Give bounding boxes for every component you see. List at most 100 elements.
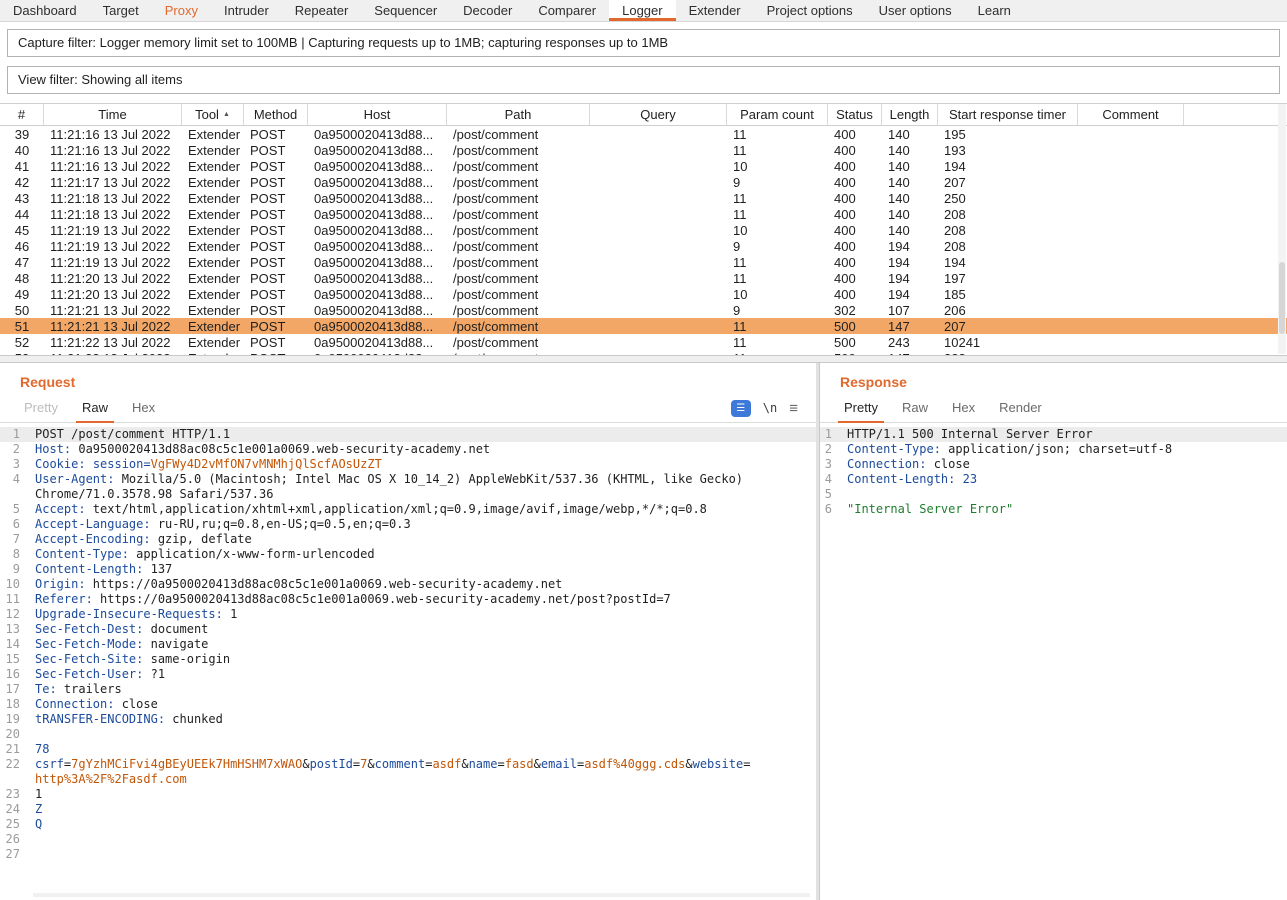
column-header-start-response-timer[interactable]: Start response timer [938, 104, 1078, 125]
log-row-39[interactable]: 3911:21:16 13 Jul 2022ExtenderPOST0a9500… [0, 126, 1287, 142]
log-row-53[interactable]: 5311:21:22 13 Jul 2022ExtenderPOST0a9500… [0, 350, 1287, 355]
log-row-45[interactable]: 4511:21:19 13 Jul 2022ExtenderPOST0a9500… [0, 222, 1287, 238]
cell-: 50 [0, 303, 44, 318]
line-number: 24 [0, 802, 28, 817]
nav-tab-proxy[interactable]: Proxy [152, 0, 211, 21]
line-number: 25 [0, 817, 28, 832]
column-header-param-count[interactable]: Param count [727, 104, 828, 125]
sort-asc-icon: ▲ [223, 111, 230, 118]
cell-start-response-timer: 10241 [938, 335, 1078, 350]
log-row-42[interactable]: 4211:21:17 13 Jul 2022ExtenderPOST0a9500… [0, 174, 1287, 190]
log-row-40[interactable]: 4011:21:16 13 Jul 2022ExtenderPOST0a9500… [0, 142, 1287, 158]
log-row-52[interactable]: 5211:21:22 13 Jul 2022ExtenderPOST0a9500… [0, 334, 1287, 350]
response-editor[interactable]: 1HTTP/1.1 500 Internal Server Error2Cont… [820, 423, 1287, 517]
cell-time: 11:21:18 13 Jul 2022 [44, 207, 182, 222]
nav-tab-repeater[interactable]: Repeater [282, 0, 361, 21]
log-row-51[interactable]: 5111:21:21 13 Jul 2022ExtenderPOST0a9500… [0, 318, 1287, 334]
response-tab-raw[interactable]: Raw [890, 394, 940, 422]
nav-tab-project-options[interactable]: Project options [754, 0, 866, 21]
column-header-label: Comment [1102, 107, 1158, 122]
column-header-status[interactable]: Status [828, 104, 882, 125]
cell-path: /post/comment [447, 239, 590, 254]
editor-line: 12Upgrade-Insecure-Requests: 1 [0, 607, 816, 622]
capture-filter-bar[interactable]: Capture filter: Logger memory limit set … [7, 29, 1280, 57]
cell-tool: Extender [182, 175, 244, 190]
line-text: Connection: close [840, 457, 1287, 472]
nav-tab-user-options[interactable]: User options [866, 0, 965, 21]
log-row-46[interactable]: 4611:21:19 13 Jul 2022ExtenderPOST0a9500… [0, 238, 1287, 254]
log-row-43[interactable]: 4311:21:18 13 Jul 2022ExtenderPOST0a9500… [0, 190, 1287, 206]
column-header-comment[interactable]: Comment [1078, 104, 1184, 125]
column-header-label: Start response timer [949, 107, 1066, 122]
cell-status: 500 [828, 335, 882, 350]
cell-path: /post/comment [447, 255, 590, 270]
response-tab-hex[interactable]: Hex [940, 394, 987, 422]
nav-tab-intruder[interactable]: Intruder [211, 0, 282, 21]
nav-tab-learn[interactable]: Learn [965, 0, 1024, 21]
request-tab-raw[interactable]: Raw [70, 394, 120, 422]
table-scrollbar-thumb[interactable] [1279, 262, 1285, 334]
log-row-48[interactable]: 4811:21:20 13 Jul 2022ExtenderPOST0a9500… [0, 270, 1287, 286]
nav-tab-extender[interactable]: Extender [676, 0, 754, 21]
nav-tab-sequencer[interactable]: Sequencer [361, 0, 450, 21]
cell-tool: Extender [182, 319, 244, 334]
cell-: 39 [0, 127, 44, 142]
cell-time: 11:21:18 13 Jul 2022 [44, 191, 182, 206]
response-tab-render[interactable]: Render [987, 394, 1054, 422]
request-hscrollbar[interactable] [33, 893, 810, 897]
cell-length: 140 [882, 159, 938, 174]
table-body: 3911:21:16 13 Jul 2022ExtenderPOST0a9500… [0, 126, 1287, 355]
column-header-time[interactable]: Time [44, 104, 182, 125]
cell-: 42 [0, 175, 44, 190]
column-header-path[interactable]: Path [447, 104, 590, 125]
line-number: 4 [820, 472, 840, 487]
line-text [28, 832, 816, 847]
cell-: 49 [0, 287, 44, 302]
request-tab-hex[interactable]: Hex [120, 394, 167, 422]
request-tabs-slot: PrettyRawHex [12, 394, 167, 422]
line-text: Content-Type: application/x-www-form-url… [28, 547, 816, 562]
show-nonprintable-icon[interactable]: \n [763, 401, 777, 415]
column-header-tool[interactable]: Tool▲ [182, 104, 244, 125]
column-header-length[interactable]: Length [882, 104, 938, 125]
request-panel: Request PrettyRawHex ☰ \n ≡ 1POST /post/… [0, 363, 819, 900]
cell-start-response-timer: 208 [938, 207, 1078, 222]
response-tab-pretty[interactable]: Pretty [832, 394, 890, 422]
line-text: 78 [28, 742, 816, 757]
cell-method: POST [244, 127, 308, 142]
column-header-query[interactable]: Query [590, 104, 727, 125]
cell-path: /post/comment [447, 351, 590, 356]
line-text: Sec-Fetch-Dest: document [28, 622, 816, 637]
cell-param-count: 11 [727, 271, 828, 286]
column-header-label: Param count [740, 107, 814, 122]
line-number: 23 [0, 787, 28, 802]
column-header-[interactable]: # [0, 104, 44, 125]
nav-tab-logger[interactable]: Logger [609, 0, 675, 21]
nav-tab-dashboard[interactable]: Dashboard [0, 0, 90, 21]
log-row-44[interactable]: 4411:21:18 13 Jul 2022ExtenderPOST0a9500… [0, 206, 1287, 222]
editor-menu-icon[interactable]: ≡ [789, 400, 798, 417]
log-row-49[interactable]: 4911:21:20 13 Jul 2022ExtenderPOST0a9500… [0, 286, 1287, 302]
nav-tab-target[interactable]: Target [90, 0, 152, 21]
line-text: Sec-Fetch-Site: same-origin [28, 652, 816, 667]
log-row-41[interactable]: 4111:21:16 13 Jul 2022ExtenderPOST0a9500… [0, 158, 1287, 174]
line-number: 10 [0, 577, 28, 592]
column-header-host[interactable]: Host [308, 104, 447, 125]
log-row-47[interactable]: 4711:21:19 13 Jul 2022ExtenderPOST0a9500… [0, 254, 1287, 270]
cell-tool: Extender [182, 127, 244, 142]
editor-settings-icon[interactable]: ☰ [731, 400, 751, 417]
nav-tab-decoder[interactable]: Decoder [450, 0, 525, 21]
line-text: Host: 0a9500020413d88ac08c5c1e001a0069.w… [28, 442, 816, 457]
cell-host: 0a9500020413d88... [308, 287, 447, 302]
table-scrollbar[interactable] [1278, 104, 1286, 354]
editor-line: 231 [0, 787, 816, 802]
cell-host: 0a9500020413d88... [308, 191, 447, 206]
nav-tab-comparer[interactable]: Comparer [525, 0, 609, 21]
column-header-label: Method [254, 107, 297, 122]
response-tabs-slot: PrettyRawHexRender [832, 394, 1054, 422]
panel-splitter[interactable] [0, 355, 1287, 363]
column-header-method[interactable]: Method [244, 104, 308, 125]
request-editor[interactable]: 1POST /post/comment HTTP/1.12Host: 0a950… [0, 423, 816, 862]
view-filter-bar[interactable]: View filter: Showing all items [7, 66, 1280, 94]
log-row-50[interactable]: 5011:21:21 13 Jul 2022ExtenderPOST0a9500… [0, 302, 1287, 318]
